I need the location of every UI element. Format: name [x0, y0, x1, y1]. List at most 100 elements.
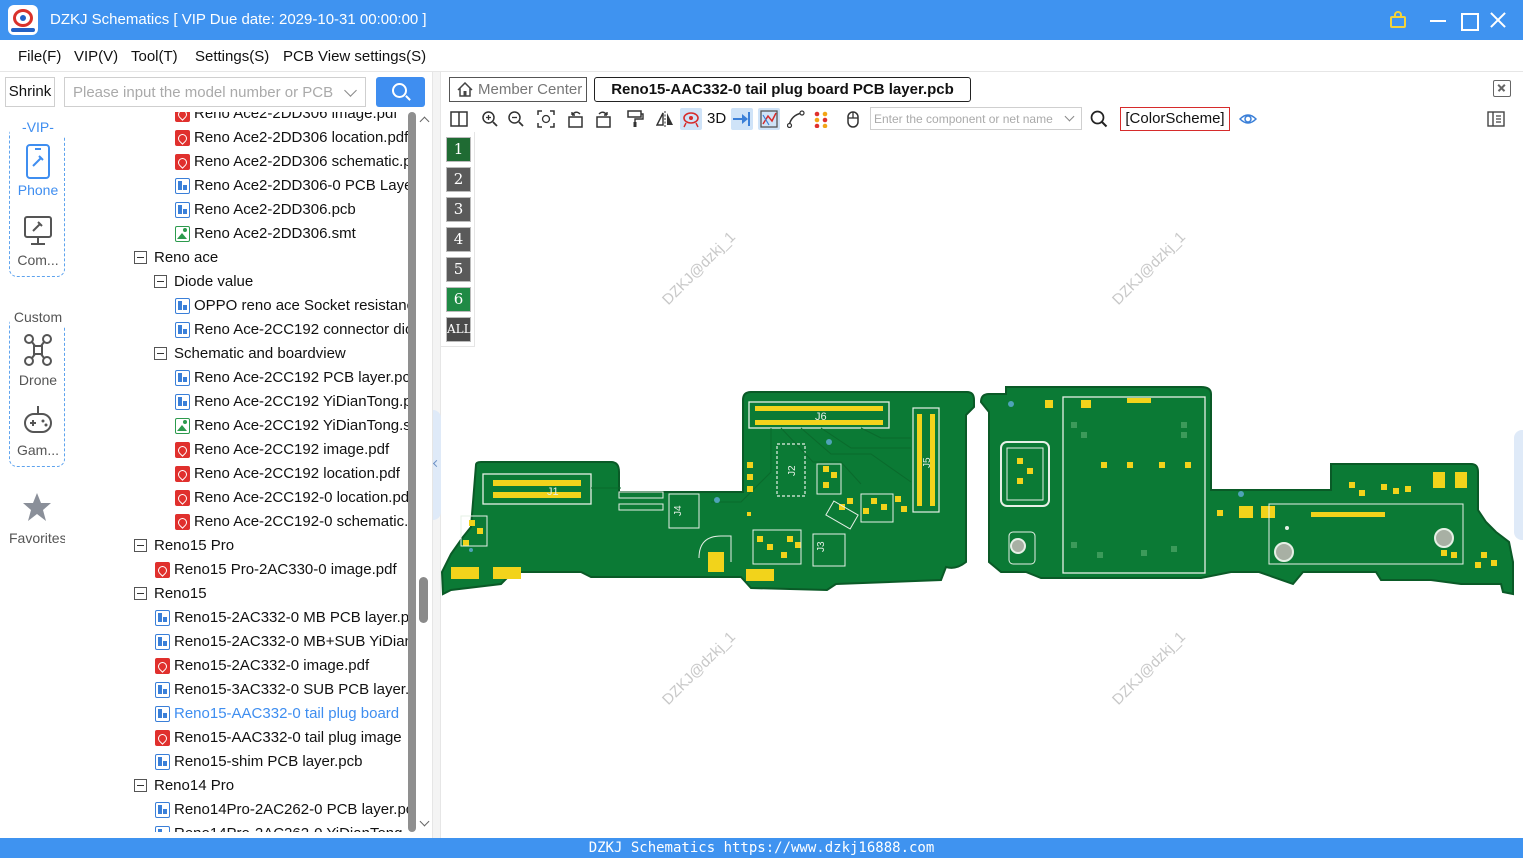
close-tabs-icon[interactable] — [1493, 80, 1511, 97]
tree-file[interactable]: Reno15-2AC332-0 MB+SUB YiDianTong — [74, 630, 408, 654]
tree-file[interactable]: Reno14Pro-2AC262-0 YiDianTong — [74, 822, 408, 832]
tree-file[interactable]: Reno15-AAC332-0 tail plug board — [74, 702, 408, 726]
layer-all-button[interactable]: ALL — [446, 317, 472, 342]
component-search-field[interactable] — [870, 107, 1082, 130]
tree-folder[interactable]: Reno15 Pro — [74, 534, 408, 558]
favorites-button[interactable]: Favorites — [9, 490, 65, 556]
tree-file[interactable]: Reno Ace-2CC192 image.pdf — [74, 438, 408, 462]
rotate-right-button[interactable] — [592, 108, 614, 130]
tree-file[interactable]: Reno Ace2-2DD306 location.pdf — [74, 126, 408, 150]
zoom-in-button[interactable] — [479, 108, 501, 130]
menu-settings[interactable]: Settings(S) — [195, 48, 269, 65]
layer-4-button[interactable]: 4 — [446, 227, 471, 252]
tree-file[interactable]: Reno Ace2-2DD306 schematic.pdf — [74, 150, 408, 174]
measure-button[interactable] — [785, 108, 807, 130]
tree-file[interactable]: Reno15-2AC332-0 image.pdf — [74, 654, 408, 678]
collapse-icon[interactable] — [134, 539, 147, 552]
chevron-down-icon[interactable] — [344, 84, 357, 97]
colorscheme-button[interactable]: [ColorScheme] — [1120, 107, 1230, 131]
tree-scrollbar[interactable] — [416, 112, 432, 832]
menu-tool[interactable]: Tool(T) — [131, 48, 178, 65]
scroll-up-icon[interactable] — [419, 116, 430, 127]
tree-file[interactable]: Reno15-shim PCB layer.pcb — [74, 750, 408, 774]
collapse-icon[interactable] — [154, 347, 167, 360]
tab-member-center[interactable]: Member Center — [449, 77, 587, 102]
collapse-icon[interactable] — [134, 251, 147, 264]
tree-file[interactable]: Reno14Pro-2AC262-0 PCB layer.pcb — [74, 798, 408, 822]
chevron-down-icon[interactable] — [1064, 111, 1075, 122]
menu-vip[interactable]: VIP(V) — [74, 48, 118, 65]
panel-splitter[interactable] — [432, 72, 441, 838]
collapse-icon[interactable] — [134, 779, 147, 792]
tree-folder[interactable]: Diode value — [74, 270, 408, 294]
search-button[interactable] — [376, 77, 425, 107]
model-search-input[interactable] — [65, 78, 335, 106]
tab-active-pcb[interactable]: Reno15-AAC332-0 tail plug board PCB laye… — [594, 77, 971, 102]
fit-view-button[interactable] — [535, 108, 557, 130]
mirror-button[interactable] — [654, 108, 676, 130]
tree-file[interactable]: OPPO reno ace Socket resistance — [74, 294, 408, 318]
tree-file[interactable]: Reno Ace-2CC192 location.pdf — [74, 462, 408, 486]
tree-file[interactable]: Reno Ace2-2DD306.smt — [74, 222, 408, 246]
layer-2-button[interactable]: 2 — [446, 167, 471, 192]
menu-file[interactable]: File(F) — [18, 48, 61, 65]
component-search-button[interactable] — [1088, 108, 1110, 130]
flip-view-button[interactable] — [731, 108, 753, 130]
tree-file[interactable]: Reno Ace-2CC192 PCB layer.pcb — [74, 366, 408, 390]
split-view-button[interactable] — [448, 108, 470, 130]
tree-folder[interactable]: Reno ace — [74, 246, 408, 270]
format-brush-button[interactable] — [624, 108, 646, 130]
tree-folder[interactable]: Schematic and boardview — [74, 342, 408, 366]
rotate-left-button[interactable] — [565, 108, 587, 130]
tree-item-label: Reno Ace2-2DD306.pcb — [194, 201, 356, 218]
tree-folder[interactable]: Reno14 Pro — [74, 774, 408, 798]
tree-file[interactable]: Reno Ace-2CC192-0 location.pdf — [74, 486, 408, 510]
minimize-button[interactable] — [1426, 8, 1450, 32]
pcb-canvas[interactable]: DZKJ@dzkj_1 DZKJ@dzkj_1 DZKJ@dzkj_1 DZKJ… — [441, 132, 1523, 838]
layer-6-button[interactable]: 6 — [446, 287, 471, 312]
tree-file[interactable]: Reno Ace2-2DD306-0 PCB Layer.pcb — [74, 174, 408, 198]
category-drone[interactable]: Drone — [10, 332, 66, 398]
model-search-field[interactable] — [64, 77, 366, 107]
right-panel-handle[interactable] — [1514, 430, 1523, 540]
tree-file[interactable]: Reno15 Pro-2AC330-0 image.pdf — [74, 558, 408, 582]
shrink-button[interactable]: Shrink — [5, 77, 55, 107]
tree-file[interactable]: Reno Ace2-2DD306 image.pdf — [74, 112, 408, 126]
collapse-icon[interactable] — [154, 275, 167, 288]
tree-file[interactable]: Reno Ace-2CC192 YiDianTong.smt — [74, 414, 408, 438]
category-phone[interactable]: Phone — [10, 142, 66, 208]
lock-icon[interactable] — [1386, 8, 1410, 32]
tree-file[interactable]: Reno Ace-2CC192 connector diode — [74, 318, 408, 342]
tree-item-label: Reno Ace2-2DD306 image.pdf — [194, 112, 398, 122]
category-computer[interactable]: Com... — [10, 212, 66, 278]
pcb-board-view[interactable]: J1 J4 J6 J2 J3 J5 — [441, 132, 1523, 838]
layer-5-button[interactable]: 5 — [446, 257, 471, 282]
tree-file[interactable]: Reno Ace-2CC192-0 schematic.pdf — [74, 510, 408, 534]
tree-folder[interactable]: Reno15 — [74, 582, 408, 606]
collapse-icon[interactable] — [134, 587, 147, 600]
zoom-out-button[interactable] — [505, 108, 527, 130]
layer-1-button[interactable]: 1 — [446, 137, 471, 162]
close-button[interactable] — [1486, 8, 1510, 32]
collapse-panel-handle[interactable] — [433, 410, 441, 520]
tree-file[interactable]: Reno15-2AC332-0 MB PCB layer.pcb — [74, 606, 408, 630]
show-nets-button[interactable] — [758, 108, 780, 130]
tree-file[interactable]: Reno15-3AC332-0 SUB PCB layer.pcb — [74, 678, 408, 702]
tree-item-label: Reno15 Pro-2AC330-0 image.pdf — [174, 561, 397, 578]
maximize-button[interactable] — [1456, 8, 1480, 32]
scroll-thumb[interactable] — [419, 577, 428, 623]
scroll-down-icon[interactable] — [419, 816, 430, 827]
component-search-input[interactable] — [871, 108, 1059, 129]
highlight-net-button[interactable] — [680, 108, 702, 130]
side-panel-button[interactable] — [1485, 108, 1507, 130]
visibility-button[interactable] — [1237, 108, 1259, 130]
layer-3-button[interactable]: 3 — [446, 197, 471, 222]
pin-view-button[interactable] — [811, 108, 833, 130]
tree-file[interactable]: Reno15-AAC332-0 tail plug image — [74, 726, 408, 750]
tree-file[interactable]: Reno Ace-2CC192 YiDianTong.pcb — [74, 390, 408, 414]
menu-pcb-view-settings[interactable]: PCB View settings(S) — [283, 48, 426, 65]
tree-file[interactable]: Reno Ace2-2DD306.pcb — [74, 198, 408, 222]
category-game[interactable]: Gam... — [10, 402, 66, 468]
mouse-mode-button[interactable] — [842, 108, 864, 130]
view-3d-button[interactable]: 3D — [707, 110, 726, 127]
